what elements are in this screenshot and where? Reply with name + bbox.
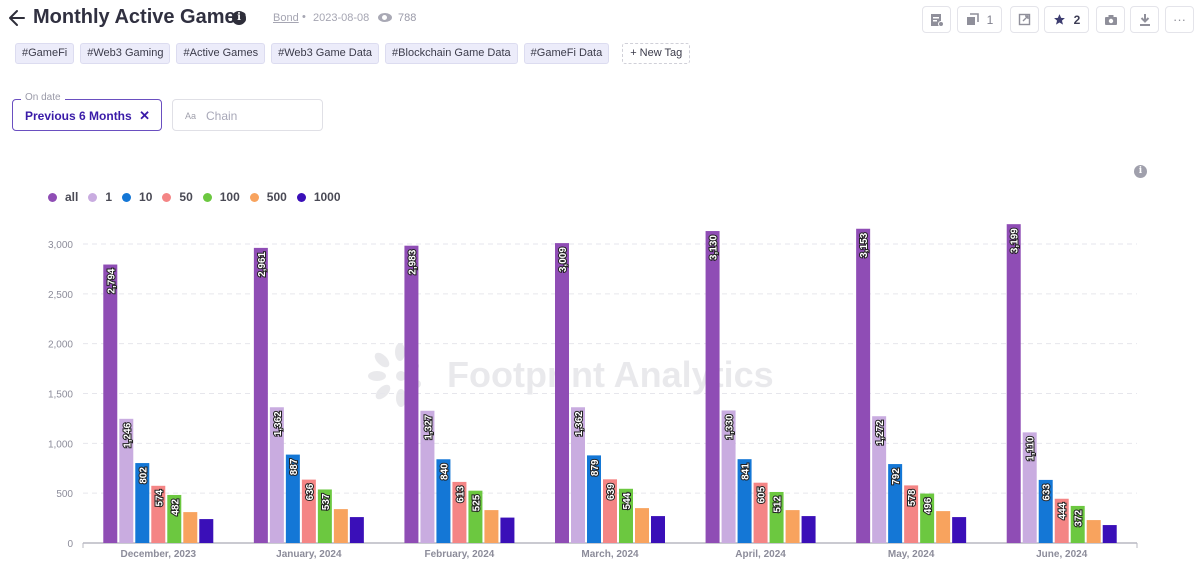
data-label: 3,199 xyxy=(1010,228,1021,253)
bar-500 xyxy=(484,510,499,543)
bar-1000 xyxy=(199,519,214,543)
data-label: 2,961 xyxy=(257,251,268,276)
bar-1000 xyxy=(801,516,816,543)
bar-all xyxy=(103,264,118,543)
y-tick-label: 2,500 xyxy=(48,290,73,301)
data-label: 578 xyxy=(907,489,918,506)
data-label: 444 xyxy=(1058,502,1069,519)
bar-all xyxy=(253,247,268,543)
data-label: 1,110 xyxy=(1026,436,1037,461)
data-label: 2,983 xyxy=(407,249,418,274)
data-label: 1,362 xyxy=(273,411,284,436)
data-label: 544 xyxy=(622,492,633,509)
data-label: 3,009 xyxy=(558,247,569,272)
bar-500 xyxy=(1086,520,1101,543)
y-tick-label: 2,000 xyxy=(48,340,73,351)
bar-500 xyxy=(333,509,348,543)
data-label: 512 xyxy=(773,496,784,513)
data-label: 2,794 xyxy=(106,268,117,293)
x-tick-label: December, 2023 xyxy=(120,549,196,560)
data-label: 1,272 xyxy=(875,420,886,445)
x-tick-label: May, 2024 xyxy=(888,549,935,560)
bar-1000 xyxy=(651,516,665,543)
data-label: 792 xyxy=(891,468,902,485)
data-label: 525 xyxy=(471,494,482,511)
bar-500 xyxy=(785,510,800,543)
bar-all xyxy=(705,231,720,543)
bar-500 xyxy=(635,508,649,543)
data-label: 574 xyxy=(154,489,165,506)
data-label: 3,153 xyxy=(859,232,870,257)
x-tick-label: April, 2024 xyxy=(735,549,786,560)
bar-1000 xyxy=(349,517,364,543)
bar-1000 xyxy=(952,517,967,543)
bar-all xyxy=(1006,224,1021,544)
data-label: 1,327 xyxy=(423,414,434,439)
data-label: 841 xyxy=(741,463,752,480)
y-tick-label: 500 xyxy=(56,489,73,500)
bar-1000 xyxy=(500,517,515,543)
x-tick-label: March, 2024 xyxy=(581,549,639,560)
data-label: 1,362 xyxy=(574,411,585,436)
data-label: 840 xyxy=(439,463,450,480)
data-label: 3,130 xyxy=(709,235,720,260)
data-label: 605 xyxy=(757,486,768,503)
bar-all xyxy=(404,245,419,543)
data-label: 537 xyxy=(321,493,332,510)
bar-all xyxy=(555,243,569,543)
y-tick-label: 1,000 xyxy=(48,439,73,450)
y-tick-label: 0 xyxy=(67,539,73,550)
x-tick-label: January, 2024 xyxy=(276,549,342,560)
data-label: 496 xyxy=(923,497,934,514)
data-label: 887 xyxy=(289,458,300,475)
x-tick-label: June, 2024 xyxy=(1036,549,1088,560)
y-tick-label: 3,000 xyxy=(48,240,73,251)
bar-1000 xyxy=(1102,525,1117,543)
bar-all xyxy=(856,228,871,543)
data-label: 613 xyxy=(455,485,466,502)
data-label: 636 xyxy=(305,483,316,500)
x-tick-label: February, 2024 xyxy=(424,549,494,560)
data-label: 372 xyxy=(1074,509,1085,526)
data-label: 1,246 xyxy=(122,422,133,447)
bar-500 xyxy=(936,511,951,543)
y-tick-label: 1,500 xyxy=(48,390,73,401)
data-label: 879 xyxy=(590,459,601,476)
data-label: 639 xyxy=(606,483,617,500)
data-label: 482 xyxy=(170,499,181,516)
data-label: 633 xyxy=(1042,483,1053,500)
data-label: 802 xyxy=(138,467,149,484)
data-label: 1,330 xyxy=(725,414,736,439)
bar-chart: 0 500 1,000 1,500 2,000 2,500 3,000 2,794 1,246 8… xyxy=(48,224,1138,560)
bar-500 xyxy=(183,512,198,543)
